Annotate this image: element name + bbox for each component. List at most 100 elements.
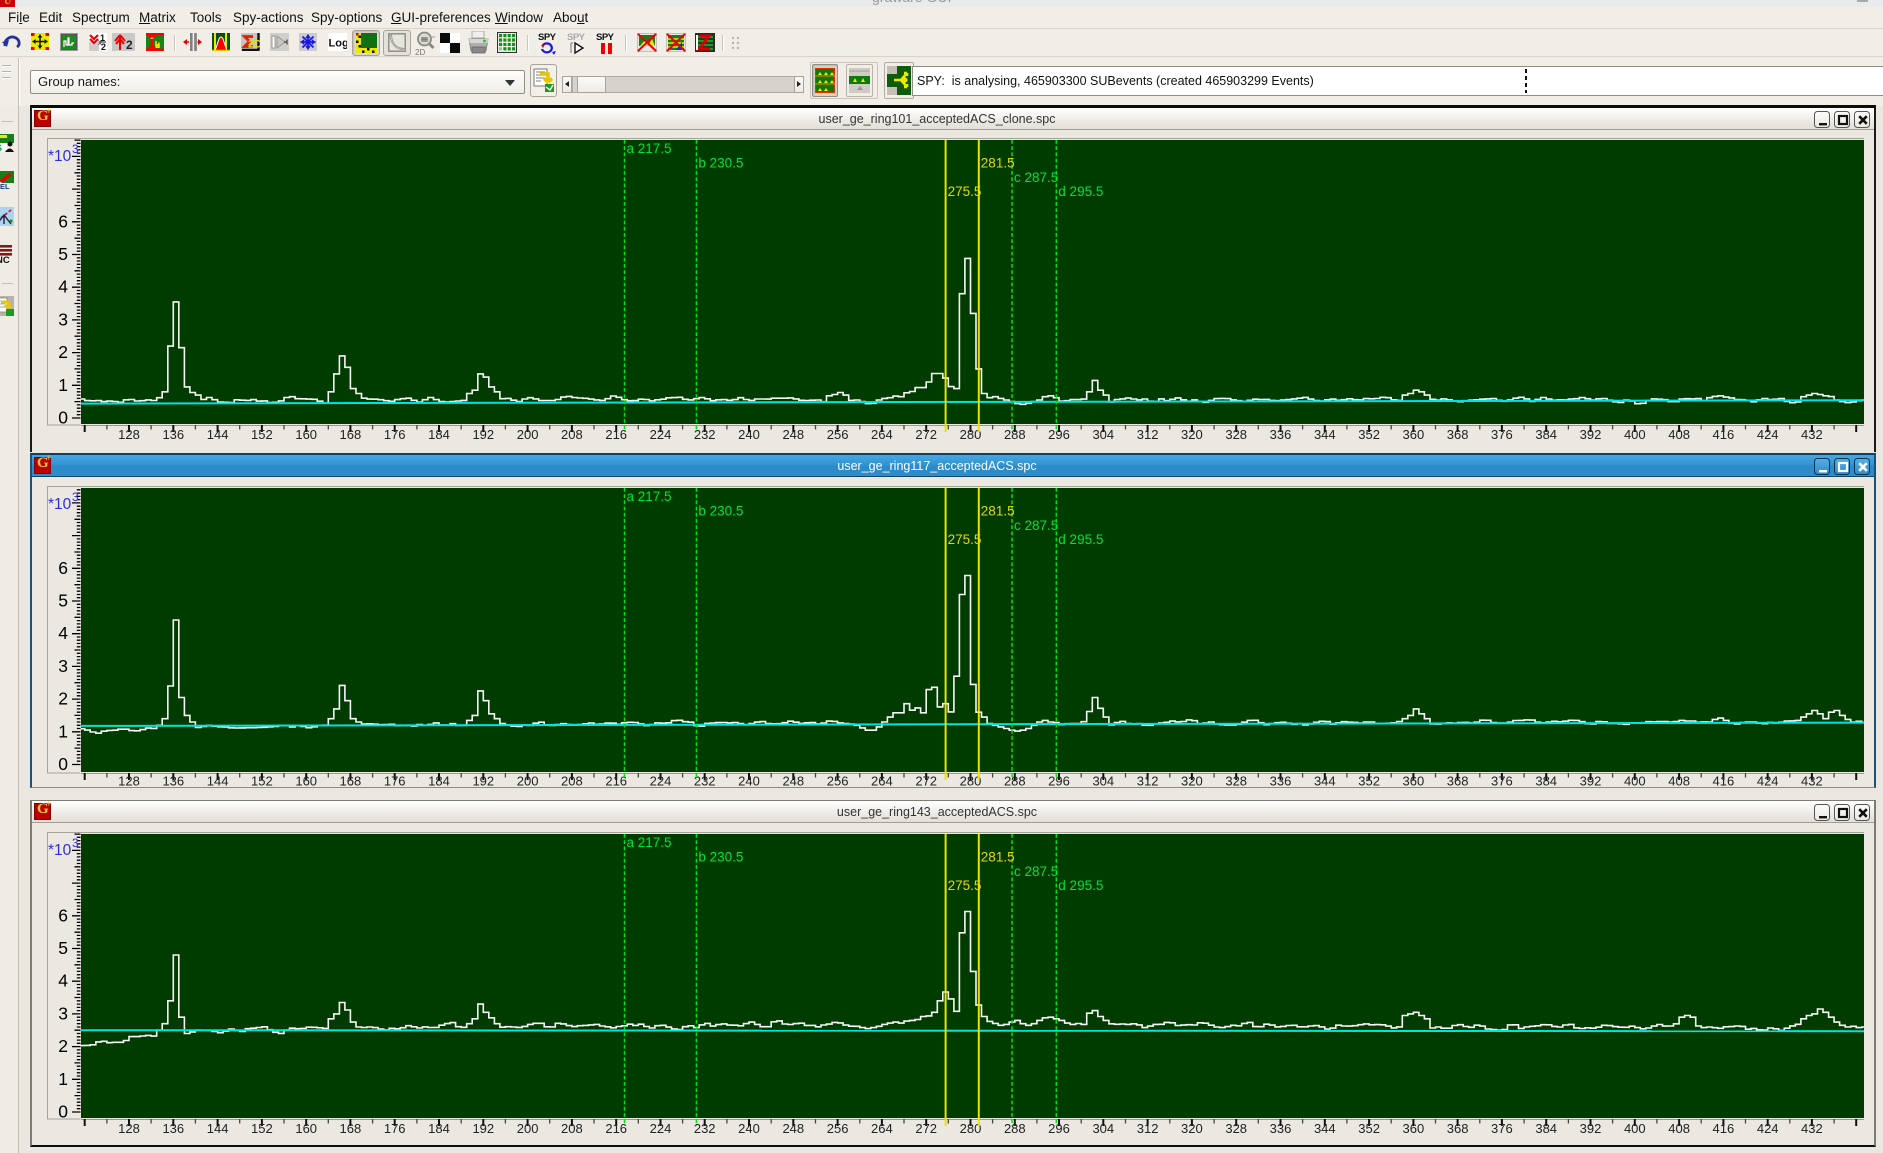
svg-text:192: 192 — [472, 427, 494, 442]
svg-text:168: 168 — [340, 774, 362, 789]
svg-text:3: 3 — [58, 656, 68, 676]
svg-text:416: 416 — [1713, 1121, 1735, 1136]
svg-text:296: 296 — [1048, 1121, 1070, 1136]
svg-text:288: 288 — [1004, 774, 1026, 789]
svg-text:256: 256 — [827, 774, 849, 789]
svg-text:NC: NC — [0, 255, 10, 263]
svg-text:1: 1 — [58, 1069, 68, 1089]
svg-text:d 295.5: d 295.5 — [1058, 184, 1103, 199]
svg-text:SPY: SPY — [596, 32, 615, 43]
svg-text:312: 312 — [1137, 427, 1159, 442]
svg-text:*10: *10 — [48, 842, 72, 859]
svg-text:3: 3 — [58, 1003, 68, 1023]
svg-text:432: 432 — [1801, 1121, 1823, 1136]
svg-text:408: 408 — [1668, 774, 1690, 789]
svg-text:416: 416 — [1713, 427, 1735, 442]
svg-text:1: 1 — [58, 375, 68, 395]
svg-text:S: S — [0, 143, 2, 152]
svg-text:384: 384 — [1535, 774, 1557, 789]
svg-text:*10: *10 — [48, 148, 72, 165]
svg-text:312: 312 — [1137, 1121, 1159, 1136]
svg-text:3: 3 — [72, 142, 79, 156]
svg-text:352: 352 — [1358, 427, 1380, 442]
svg-text:240: 240 — [738, 427, 760, 442]
svg-text:360: 360 — [1403, 774, 1425, 789]
svg-text:c 287.5: c 287.5 — [1014, 518, 1058, 533]
svg-text:128: 128 — [118, 774, 140, 789]
svg-text:216: 216 — [605, 427, 627, 442]
svg-text:144: 144 — [207, 1121, 229, 1136]
svg-text:176: 176 — [384, 774, 406, 789]
svg-text:264: 264 — [871, 427, 893, 442]
svg-text:400: 400 — [1624, 1121, 1646, 1136]
svg-text:224: 224 — [650, 1121, 672, 1136]
svg-text:288: 288 — [1004, 1121, 1026, 1136]
svg-text:240: 240 — [738, 774, 760, 789]
svg-text:SPY: SPY — [567, 32, 586, 43]
svg-text:176: 176 — [384, 427, 406, 442]
svg-text:320: 320 — [1181, 774, 1203, 789]
svg-text:136: 136 — [162, 1121, 184, 1136]
svg-text:160: 160 — [295, 427, 317, 442]
svg-text:4: 4 — [58, 277, 68, 297]
svg-text:160: 160 — [295, 1121, 317, 1136]
svg-text:392: 392 — [1580, 427, 1602, 442]
svg-text:368: 368 — [1447, 1121, 1469, 1136]
svg-text:368: 368 — [1447, 774, 1469, 789]
svg-text:432: 432 — [1801, 427, 1823, 442]
svg-text:384: 384 — [1535, 427, 1557, 442]
svg-text:b 230.5: b 230.5 — [698, 850, 743, 865]
svg-text:432: 432 — [1801, 774, 1823, 789]
svg-text:0: 0 — [58, 408, 68, 428]
svg-text:2: 2 — [58, 689, 68, 709]
svg-text:275.5: 275.5 — [948, 532, 982, 547]
svg-text:264: 264 — [871, 1121, 893, 1136]
svg-text:304: 304 — [1092, 1121, 1114, 1136]
svg-text:SPY: SPY — [538, 32, 557, 43]
svg-text:2: 2 — [58, 342, 68, 362]
svg-text:224: 224 — [650, 774, 672, 789]
svg-text:136: 136 — [162, 774, 184, 789]
svg-text:400: 400 — [1624, 427, 1646, 442]
svg-text:232: 232 — [694, 1121, 716, 1136]
svg-text:336: 336 — [1270, 1121, 1292, 1136]
svg-text:152: 152 — [251, 774, 273, 789]
svg-text:400: 400 — [1624, 774, 1646, 789]
svg-text:2D: 2D — [415, 48, 425, 56]
svg-text:a 217.5: a 217.5 — [627, 489, 672, 504]
svg-text:368: 368 — [1447, 427, 1469, 442]
svg-text:312: 312 — [1137, 774, 1159, 789]
svg-text:3: 3 — [72, 490, 79, 504]
svg-text:6: 6 — [58, 558, 68, 578]
svg-text:b 230.5: b 230.5 — [698, 504, 743, 519]
svg-text:256: 256 — [827, 1121, 849, 1136]
svg-text:296: 296 — [1048, 427, 1070, 442]
svg-text:d 295.5: d 295.5 — [1058, 878, 1103, 893]
svg-text:144: 144 — [207, 774, 229, 789]
svg-text:224: 224 — [650, 427, 672, 442]
svg-text:272: 272 — [915, 774, 937, 789]
svg-text:248: 248 — [782, 427, 804, 442]
svg-text:392: 392 — [1580, 774, 1602, 789]
svg-text:3: 3 — [58, 309, 68, 329]
svg-text:4: 4 — [58, 971, 68, 991]
svg-text:248: 248 — [782, 1121, 804, 1136]
svg-text:192: 192 — [472, 1121, 494, 1136]
svg-text:408: 408 — [1668, 1121, 1690, 1136]
svg-text:376: 376 — [1491, 427, 1513, 442]
svg-text:256: 256 — [827, 427, 849, 442]
svg-text:3: 3 — [72, 836, 79, 850]
svg-text:b 230.5: b 230.5 — [698, 156, 743, 171]
svg-text:184: 184 — [428, 774, 450, 789]
svg-text:c 287.5: c 287.5 — [1014, 864, 1058, 879]
svg-text:304: 304 — [1092, 774, 1114, 789]
svg-text:168: 168 — [340, 1121, 362, 1136]
svg-text:c 287.5: c 287.5 — [1014, 170, 1058, 185]
svg-text:360: 360 — [1403, 1121, 1425, 1136]
svg-text:288: 288 — [1004, 427, 1026, 442]
svg-text:5: 5 — [58, 591, 68, 611]
svg-text:408: 408 — [1668, 427, 1690, 442]
svg-text:168: 168 — [340, 427, 362, 442]
svg-text:360: 360 — [1403, 427, 1425, 442]
svg-text:344: 344 — [1314, 427, 1336, 442]
